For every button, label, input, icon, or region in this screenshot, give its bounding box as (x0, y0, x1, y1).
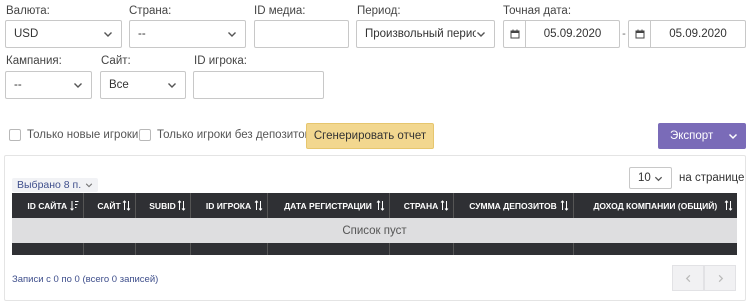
campaign-select[interactable]: -- (5, 71, 92, 99)
checkbox-icon[interactable] (139, 129, 151, 141)
empty-message: Список пуст (12, 218, 737, 243)
currency-select[interactable]: USD (5, 20, 122, 48)
date-from-value: 05.09.2020 (543, 28, 602, 40)
export-label: Экспорт (670, 130, 714, 142)
only-without-deposits-checkbox[interactable]: Только игроки без депозитов (139, 129, 311, 141)
chevron-down-icon (654, 176, 663, 181)
sort-icon[interactable] (376, 200, 385, 211)
selected-columns-count: Выбрано 8 п. (17, 179, 82, 191)
footer-cell (389, 243, 454, 255)
per-page-label: на странице (679, 172, 745, 184)
calendar-icon[interactable] (504, 21, 526, 47)
footer-cell (453, 243, 574, 255)
next-page-button[interactable] (704, 265, 736, 291)
campaign-value: -- (14, 79, 22, 91)
prev-page-button[interactable] (672, 265, 704, 291)
only-new-players-checkbox[interactable]: Только новые игроки (9, 129, 138, 141)
generate-report-button[interactable]: Сгенерировать отчет (306, 123, 434, 149)
per-page-value: 10 (638, 172, 651, 184)
sort-asc-icon[interactable] (69, 200, 79, 211)
chevron-down-icon (728, 133, 738, 140)
period-value: Произвольный период (365, 28, 476, 40)
column-selector[interactable]: Выбрано 8 п. (12, 178, 99, 192)
column-header-site[interactable]: САЙТ (83, 193, 136, 218)
sort-icon[interactable] (177, 200, 186, 211)
currency-value: USD (14, 28, 39, 40)
sort-icon[interactable] (440, 200, 449, 211)
media-id-label: ID медиа: (254, 5, 306, 17)
site-select[interactable]: Все (100, 71, 186, 99)
footer-cell (83, 243, 136, 255)
country-label: Страна: (129, 5, 172, 17)
date-to-value: 05.09.2020 (669, 28, 727, 40)
country-select[interactable]: -- (129, 20, 246, 48)
sort-icon[interactable] (254, 200, 263, 211)
chevron-right-icon (718, 274, 723, 282)
checkbox-icon[interactable] (9, 129, 21, 141)
column-header-deposits-sum[interactable]: СУММА ДЕПОЗИТОВ (453, 193, 574, 218)
sort-icon[interactable] (724, 200, 733, 211)
chevron-down-icon (103, 29, 113, 39)
calendar-icon[interactable] (629, 21, 651, 47)
chevron-down-icon (227, 29, 237, 39)
chevron-down-icon (85, 183, 93, 188)
sort-icon[interactable] (560, 200, 569, 211)
footer-cell (267, 243, 390, 255)
footer-cell (573, 243, 737, 255)
date-to-field[interactable]: 05.09.2020 (628, 20, 746, 48)
column-header-company-income[interactable]: ДОХОД КОМПАНИИ (ОБЩИЙ) (573, 193, 737, 218)
sort-icon[interactable] (122, 200, 131, 211)
column-header-registration-date[interactable]: ДАТА РЕГИСТРАЦИИ (267, 193, 390, 218)
export-button[interactable]: Экспорт (658, 123, 746, 149)
currency-label: Валюта: (6, 5, 50, 17)
site-value: Все (109, 79, 129, 91)
report-table: ID САЙТА САЙТ SUBID ID ИГРОКА ДАТА РЕГИС… (12, 193, 737, 255)
period-select[interactable]: Произвольный период (356, 20, 495, 48)
table-header-row: ID САЙТА САЙТ SUBID ID ИГРОКА ДАТА РЕГИС… (12, 193, 737, 218)
records-info: Записи с 0 по 0 (всего 0 записей) (12, 274, 159, 285)
campaign-label: Кампания: (6, 55, 62, 67)
pagination (672, 265, 736, 291)
footer-cell (12, 243, 84, 255)
chevron-down-icon (73, 80, 83, 90)
chevron-down-icon (167, 80, 177, 90)
media-id-input[interactable] (254, 20, 349, 48)
exact-date-label: Точная дата: (503, 5, 572, 17)
country-value: -- (138, 28, 146, 40)
footer-cell (135, 243, 191, 255)
table-footer-row (12, 243, 737, 255)
column-header-country[interactable]: СТРАНА (389, 193, 454, 218)
site-label: Сайт: (101, 55, 131, 67)
column-header-subid[interactable]: SUBID (135, 193, 191, 218)
column-header-player-id[interactable]: ID ИГРОКА (190, 193, 268, 218)
date-from-field[interactable]: 05.09.2020 (503, 20, 620, 48)
column-header-site-id[interactable]: ID САЙТА (12, 193, 84, 218)
only-without-deposits-label: Только игроки без депозитов (157, 129, 311, 141)
footer-cell (190, 243, 268, 255)
player-id-label: ID игрока: (194, 55, 247, 67)
date-separator: - (622, 28, 626, 40)
player-id-input[interactable] (193, 71, 324, 99)
exact-date-range: 05.09.2020 - 05.09.2020 (503, 20, 746, 48)
empty-row: Список пуст (12, 218, 737, 243)
only-new-players-label: Только новые игроки (27, 129, 139, 141)
chevron-down-icon (476, 29, 486, 39)
period-label: Период: (357, 5, 401, 17)
per-page-select[interactable]: 10 (629, 167, 672, 189)
chevron-left-icon (685, 274, 690, 282)
